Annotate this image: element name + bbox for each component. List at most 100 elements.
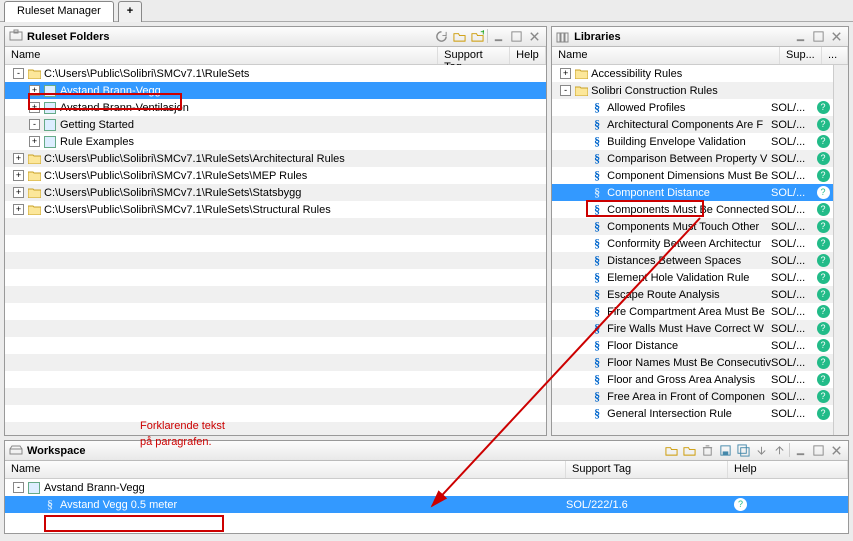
row-help[interactable]: ? [813,135,833,148]
tab-add[interactable]: + [118,1,142,22]
libraries-tree[interactable]: +Accessibility Rules-Solibri Constructio… [552,65,833,435]
row-help[interactable]: ? [813,407,833,420]
expand-toggle[interactable]: + [560,68,571,79]
row-help[interactable]: ? [813,118,833,131]
col-name[interactable]: Name [5,461,566,478]
save-icon[interactable] [717,443,733,459]
tree-row[interactable]: +C:\Users\Public\Solibri\SMCv7.1\RuleSet… [5,167,546,184]
row-help[interactable]: ? [813,356,833,369]
tree-row[interactable]: §Comparison Between Property VSOL/...? [552,150,833,167]
col-help[interactable]: ... [822,47,848,64]
tree-row[interactable]: §Allowed ProfilesSOL/...? [552,99,833,116]
row-help[interactable]: ? [813,169,833,182]
minimize-icon[interactable] [490,29,506,45]
tree-row[interactable]: +Avstand Brann-Ventilasjon [5,99,546,116]
row-help[interactable]: ? [813,288,833,301]
tree-row[interactable]: +C:\Users\Public\Solibri\SMCv7.1\RuleSet… [5,150,546,167]
tree-row[interactable]: §Component DistanceSOL/...? [552,184,833,201]
maximize-icon[interactable] [810,443,826,459]
tree-row[interactable]: §Fire Compartment Area Must BeSOL/...? [552,303,833,320]
tree-row[interactable]: -C:\Users\Public\Solibri\SMCv7.1\RuleSet… [5,65,546,82]
expand-toggle[interactable]: + [29,136,40,147]
expand-toggle[interactable]: - [29,119,40,130]
save-all-icon[interactable] [735,443,751,459]
add-icon[interactable] [681,443,697,459]
col-support-tag[interactable]: Support Tag [566,461,728,478]
rule-icon: § [590,186,604,200]
tree-row[interactable]: +C:\Users\Public\Solibri\SMCv7.1\RuleSet… [5,201,546,218]
row-help[interactable]: ? [813,152,833,165]
row-help[interactable]: ? [813,237,833,250]
row-help[interactable]: ? [813,305,833,318]
expand-toggle[interactable]: - [560,85,571,96]
row-help[interactable]: ? [813,186,833,199]
expand-toggle[interactable]: + [13,187,24,198]
col-support-tag[interactable]: Support Tag [438,47,510,64]
tree-row[interactable]: +Rule Examples [5,133,546,150]
folder-icon [27,169,41,183]
tree-row[interactable]: §Element Hole Validation RuleSOL/...? [552,269,833,286]
expand-toggle[interactable]: - [13,68,24,79]
close-icon[interactable] [526,29,542,45]
col-help[interactable]: Help [728,461,848,478]
close-icon[interactable] [828,443,844,459]
col-name[interactable]: Name [5,47,438,64]
expand-toggle[interactable]: - [13,482,24,493]
tree-row[interactable]: §Conformity Between ArchitecturSOL/...? [552,235,833,252]
expand-toggle[interactable]: + [13,204,24,215]
folders-tree[interactable]: -C:\Users\Public\Solibri\SMCv7.1\RuleSet… [5,65,546,435]
tree-row[interactable]: §Fire Walls Must Have Correct WSOL/...? [552,320,833,337]
expand-toggle[interactable]: + [29,102,40,113]
tree-row[interactable]: §Architectural Components Are FSOL/...? [552,116,833,133]
row-help[interactable]: ? [813,390,833,403]
minimize-icon[interactable] [792,443,808,459]
tree-row[interactable]: §Floor DistanceSOL/...? [552,337,833,354]
open-folder-icon[interactable] [451,29,467,45]
refresh-icon[interactable] [433,29,449,45]
expand-all-icon[interactable] [753,443,769,459]
tree-row[interactable]: -Avstand Brann-Vegg [5,479,848,496]
workspace-tree[interactable]: -Avstand Brann-Vegg§Avstand Vegg 0.5 met… [5,479,848,533]
tree-row[interactable]: +Accessibility Rules [552,65,833,82]
col-name[interactable]: Name [552,47,780,64]
tree-row[interactable]: -Solibri Construction Rules [552,82,833,99]
row-help[interactable]: ? [813,220,833,233]
row-help[interactable]: ? [813,254,833,267]
row-help[interactable]: ? [813,373,833,386]
tree-row[interactable]: §Avstand Vegg 0.5 meterSOL/222/1.6? [5,496,848,513]
tree-row[interactable]: §General Intersection RuleSOL/...? [552,405,833,422]
tree-row[interactable]: §Escape Route AnalysisSOL/...? [552,286,833,303]
tree-row[interactable]: §Building Envelope ValidationSOL/...? [552,133,833,150]
tree-row[interactable]: §Floor Names Must Be ConsecutivSOL/...? [552,354,833,371]
tree-row[interactable]: §Components Must Be ConnectedSOL/...? [552,201,833,218]
row-help[interactable]: ? [813,101,833,114]
row-help[interactable]: ? [813,322,833,335]
delete-icon[interactable] [699,443,715,459]
tree-row[interactable]: +C:\Users\Public\Solibri\SMCv7.1\RuleSet… [5,184,546,201]
maximize-icon[interactable] [810,29,826,45]
tree-row[interactable]: +Avstand Brann-Vegg [5,82,546,99]
row-help[interactable]: ? [728,498,848,511]
collapse-all-icon[interactable] [771,443,787,459]
tree-row[interactable]: §Component Dimensions Must BeSOL/...? [552,167,833,184]
open-icon[interactable] [663,443,679,459]
col-help[interactable]: Help [510,47,546,64]
tree-row[interactable]: -Getting Started [5,116,546,133]
add-folder-icon[interactable]: + [469,29,485,45]
tree-row[interactable]: §Free Area in Front of ComponenSOL/...? [552,388,833,405]
minimize-icon[interactable] [792,29,808,45]
expand-toggle[interactable]: + [29,85,40,96]
col-support-tag[interactable]: Sup... [780,47,822,64]
expand-toggle[interactable]: + [13,170,24,181]
scrollbar[interactable] [833,65,848,435]
row-help[interactable]: ? [813,203,833,216]
row-help[interactable]: ? [813,271,833,284]
tree-row[interactable]: §Distances Between SpacesSOL/...? [552,252,833,269]
close-icon[interactable] [828,29,844,45]
expand-toggle[interactable]: + [13,153,24,164]
tree-row[interactable]: §Components Must Touch OtherSOL/...? [552,218,833,235]
tab-ruleset-manager[interactable]: Ruleset Manager [4,1,114,22]
maximize-icon[interactable] [508,29,524,45]
row-help[interactable]: ? [813,339,833,352]
tree-row[interactable]: §Floor and Gross Area AnalysisSOL/...? [552,371,833,388]
